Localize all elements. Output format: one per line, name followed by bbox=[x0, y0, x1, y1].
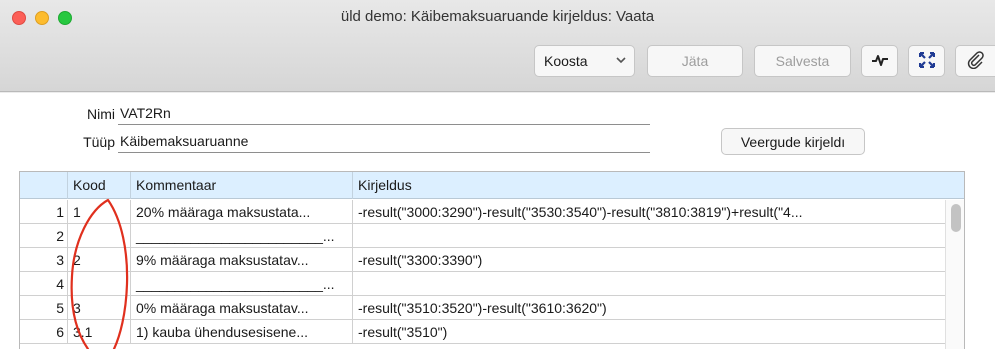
kommentaar-cell[interactable]: 0% määraga maksustatav... bbox=[131, 296, 353, 320]
row-number: 6 bbox=[20, 320, 68, 344]
kirjeldus-cell[interactable] bbox=[353, 272, 945, 296]
tuup-label: Tüüp bbox=[83, 134, 115, 150]
table-row[interactable]: 1 1 20% määraga maksustata... -result("3… bbox=[20, 200, 945, 224]
window-title: üld demo: Käibemaksuaruande kirjeldus: V… bbox=[340, 8, 655, 25]
expand-arrows-icon bbox=[918, 51, 935, 71]
row-number: 5 bbox=[20, 296, 68, 320]
attachment-button[interactable] bbox=[955, 45, 995, 77]
column-header-kirjeldus[interactable]: Kirjeldus bbox=[353, 172, 964, 199]
chevron-down-icon bbox=[616, 56, 626, 67]
grid-header: Kood Kommentaar Kirjeldus bbox=[20, 172, 964, 199]
column-header-kommentaar[interactable]: Kommentaar bbox=[131, 172, 353, 199]
column-header-number[interactable] bbox=[20, 172, 68, 199]
kirjeldus-cell[interactable] bbox=[353, 224, 945, 248]
activity-button[interactable] bbox=[861, 45, 898, 77]
kirjeldus-cell[interactable]: -result("3510:3520")-result("3610:3620") bbox=[353, 296, 945, 320]
kood-cell[interactable]: 2 bbox=[68, 248, 131, 272]
content-area: Nimi VAT2Rn Tüüp Käibemaksuaruanne Veerg… bbox=[0, 93, 995, 349]
kood-cell[interactable]: 3.1 bbox=[68, 320, 131, 344]
row-number: 1 bbox=[20, 200, 68, 224]
scrollbar-thumb[interactable] bbox=[951, 204, 961, 232]
kommentaar-cell[interactable]: 1) kauba ühendusesisene... bbox=[131, 320, 353, 344]
column-header-kood[interactable]: Kood bbox=[68, 172, 131, 199]
kood-cell[interactable] bbox=[68, 224, 131, 248]
action-select[interactable]: Koosta bbox=[534, 45, 635, 77]
row-number: 2 bbox=[20, 224, 68, 248]
paperclip-icon bbox=[967, 50, 985, 72]
kommentaar-cell[interactable]: 20% määraga maksustata... bbox=[131, 200, 353, 224]
kirjeldus-cell[interactable]: -result("3510") bbox=[353, 320, 945, 344]
vertical-scrollbar[interactable] bbox=[945, 200, 964, 349]
jata-button[interactable]: Jäta bbox=[647, 45, 743, 77]
nimi-field[interactable]: VAT2Rn bbox=[118, 105, 650, 125]
kirjeldus-cell[interactable]: -result("3300:3390") bbox=[353, 248, 945, 272]
action-select-value: Koosta bbox=[544, 53, 588, 69]
activity-wave-icon bbox=[871, 53, 889, 70]
table-row[interactable]: 2 ________________________... bbox=[20, 224, 945, 248]
kood-cell[interactable]: 3 bbox=[68, 296, 131, 320]
kommentaar-cell[interactable]: ________________________... bbox=[131, 224, 353, 248]
kirjeldus-cell[interactable]: -result("3000:3290")-result("3530:3540")… bbox=[353, 200, 945, 224]
table-row[interactable]: 4 ________________________... bbox=[20, 272, 945, 296]
veergude-kirjeldus-button[interactable]: Veergude kirjeldı bbox=[721, 128, 865, 155]
table-row[interactable]: 5 3 0% määraga maksustatav... -result("3… bbox=[20, 296, 945, 320]
row-number: 3 bbox=[20, 248, 68, 272]
salvesta-button[interactable]: Salvesta bbox=[754, 45, 851, 77]
row-number: 4 bbox=[20, 272, 68, 296]
kood-cell[interactable] bbox=[68, 272, 131, 296]
kommentaar-cell[interactable]: 9% määraga maksustatav... bbox=[131, 248, 353, 272]
table-row[interactable]: 3 2 9% määraga maksustatav... -result("3… bbox=[20, 248, 945, 272]
rows-grid: Kood Kommentaar Kirjeldus 1 1 20% määrag… bbox=[19, 171, 965, 349]
expand-button[interactable] bbox=[908, 45, 945, 77]
kood-cell[interactable]: 1 bbox=[68, 200, 131, 224]
table-row[interactable]: 6 3.1 1) kauba ühendusesisene... -result… bbox=[20, 320, 945, 344]
title-bar: üld demo: Käibemaksuaruande kirjeldus: V… bbox=[0, 0, 995, 92]
nimi-label: Nimi bbox=[87, 106, 115, 122]
kommentaar-cell[interactable]: ________________________... bbox=[131, 272, 353, 296]
tuup-field[interactable]: Käibemaksuaruanne bbox=[118, 133, 650, 153]
